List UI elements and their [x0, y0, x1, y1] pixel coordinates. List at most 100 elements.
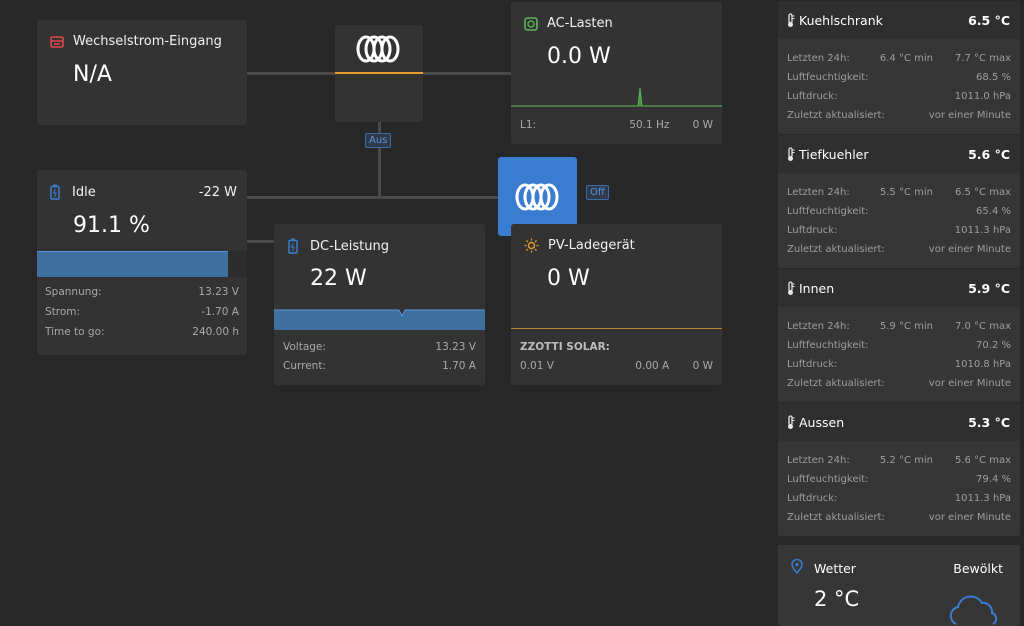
victron-logo: [356, 35, 400, 63]
battery-state: Idle: [72, 184, 96, 200]
inverter-status-bar: [335, 72, 423, 74]
sensor-24h-label: Letzten 24h:: [787, 455, 850, 466]
sensor-humidity-label: Luftfeuchtigkeit:: [787, 474, 869, 485]
weather-tile[interactable]: Wetter Bewölkt 2 °C: [778, 545, 1020, 626]
sensor-temperature: 5.3 °C: [968, 414, 1010, 430]
sensor-updated-label: Zuletzt aktualisiert:: [787, 512, 885, 523]
ac-loads-value: 0.0 W: [547, 44, 611, 69]
sensor-updated: vor einer Minute: [928, 244, 1011, 255]
sensor-max: 6.5 °C max: [954, 187, 1011, 198]
battery-ttg: 240.00 h: [192, 326, 239, 338]
sensor-updated-label: Zuletzt aktualisiert:: [787, 378, 885, 389]
ac-loads-l1-label: L1:: [520, 119, 537, 131]
sensor-pressure: 1011.3 hPa: [954, 493, 1011, 504]
sensor-tile[interactable]: Tiefkuehler 5.6 °C Letzten 24h: 5.5 °C min 6…: [778, 135, 1020, 268]
sensor-humidity: 70.2 %: [976, 340, 1011, 351]
thermometer-icon: [788, 146, 795, 161]
battery-icon: [50, 184, 60, 200]
sensor-name: Kuehlschrank: [799, 12, 883, 28]
ac-loads-l1-freq: 50.1 Hz: [629, 119, 670, 131]
sensor-24h-label: Letzten 24h:: [787, 187, 850, 198]
thermometer-icon: [788, 414, 795, 429]
sensor-min: 5.5 °C min: [879, 187, 933, 198]
battery-power: -22 W: [198, 184, 237, 200]
pv-current: 0.00 A: [635, 360, 670, 372]
sensor-min: 6.4 °C min: [879, 53, 933, 64]
thermometer-icon: [788, 12, 795, 27]
ac-loads-graph: [511, 87, 722, 107]
dc-voltage-label: Voltage:: [283, 341, 326, 353]
charger-mode-tag[interactable]: Off: [586, 185, 609, 200]
battery-voltage: 13.23 V: [198, 286, 239, 298]
battery-soc: 91.1 %: [73, 213, 150, 238]
sensor-pressure: 1011.3 hPa: [954, 225, 1011, 236]
sensor-pressure-label: Luftdruck:: [787, 91, 838, 102]
battery-voltage-label: Spannung:: [45, 286, 102, 298]
pv-voltage: 0.01 V: [520, 360, 554, 372]
sensor-min: 5.2 °C min: [879, 455, 933, 466]
battery-current-label: Strom:: [45, 306, 81, 318]
weather-title: Wetter: [814, 561, 856, 576]
sensor-tile[interactable]: Kuehlschrank 6.5 °C Letzten 24h: 6.4 °C min…: [778, 1, 1020, 134]
sensor-tile[interactable]: Innen 5.9 °C Letzten 24h: 5.9 °C min 7.0 °C …: [778, 269, 1020, 402]
sensor-updated: vor einer Minute: [928, 110, 1011, 121]
sensor-temperature: 6.5 °C: [968, 12, 1010, 28]
sensor-tile[interactable]: Aussen 5.3 °C Letzten 24h: 5.2 °C min 5.6 °C…: [778, 403, 1020, 536]
sensor-max: 5.6 °C max: [954, 455, 1011, 466]
line-inverter-acloads: [423, 72, 511, 75]
dc-power-graph: [274, 309, 485, 330]
ac-input-tile[interactable]: Wechselstrom-Eingang N/A: [37, 20, 247, 125]
dc-power-title: DC-Leistung: [310, 238, 390, 254]
pv-power: 0 W: [692, 360, 713, 372]
sensor-updated: vor einer Minute: [928, 512, 1011, 523]
cloud-icon: [949, 595, 998, 625]
ac-input-value: N/A: [73, 62, 112, 87]
sensor-humidity-label: Luftfeuchtigkeit:: [787, 72, 869, 83]
sensor-humidity-label: Luftfeuchtigkeit:: [787, 206, 869, 217]
sensor-max: 7.0 °C max: [954, 321, 1011, 332]
ac-loads-l1-power: 0 W: [692, 119, 713, 131]
pv-charger-tile[interactable]: PV-Ladegerät 0 W ZZOTTI SOLAR: 0.01 V 0.…: [511, 224, 722, 385]
battery-current: -1.70 A: [201, 306, 239, 318]
sensor-updated-label: Zuletzt aktualisiert:: [787, 110, 885, 121]
battery-tile[interactable]: Idle -22 W 91.1 % Spannung: 13.23 V Strom…: [37, 170, 247, 355]
sensor-name: Innen: [799, 280, 835, 296]
ac-loads-title: AC-Lasten: [547, 16, 613, 31]
ac-input-title: Wechselstrom-Eingang: [73, 34, 222, 49]
pv-device-name: ZZOTTI SOLAR:: [520, 341, 610, 353]
dc-power-tile[interactable]: DC-Leistung 22 W Voltage: 13.23 V Current…: [274, 224, 485, 385]
weather-condition: Bewölkt: [953, 561, 1003, 576]
sensor-name: Tiefkuehler: [799, 146, 869, 162]
pv-title: PV-Ladegerät: [548, 238, 635, 253]
sensor-updated-label: Zuletzt aktualisiert:: [787, 244, 885, 255]
sensor-pressure: 1011.0 hPa: [954, 91, 1011, 102]
sensor-humidity: 65.4 %: [976, 206, 1011, 217]
inverter-mode-tag[interactable]: Aus: [365, 133, 392, 148]
sensor-name: Aussen: [799, 414, 845, 430]
sensor-humidity-label: Luftfeuchtigkeit:: [787, 340, 869, 351]
sensor-temperature: 5.6 °C: [968, 146, 1010, 162]
battery-ttg-label: Time to go:: [45, 326, 105, 338]
sensor-pressure-label: Luftdruck:: [787, 493, 838, 504]
line-battery-bus: [247, 196, 498, 199]
sensor-24h-label: Letzten 24h:: [787, 53, 850, 64]
line-battery-dc: [247, 240, 274, 243]
pin-icon: [791, 558, 803, 578]
sensor-pressure-label: Luftdruck:: [787, 225, 838, 236]
sun-icon: [524, 238, 539, 253]
dc-current: 1.70 A: [442, 360, 476, 372]
ac-loads-tile[interactable]: AC-Lasten 0.0 W L1: 50.1 Hz 0 W: [511, 2, 722, 144]
dc-power-value: 22 W: [310, 266, 367, 291]
dc-current-label: Current:: [283, 360, 326, 372]
line-acin-inverter: [247, 72, 335, 75]
sensor-pressure-label: Luftdruck:: [787, 359, 838, 370]
sensor-min: 5.9 °C min: [879, 321, 933, 332]
thermometer-icon: [788, 280, 795, 295]
weather-temp: 2 °C: [814, 587, 860, 611]
inverter-tile[interactable]: [335, 25, 423, 122]
sensor-24h-label: Letzten 24h:: [787, 321, 850, 332]
sensor-humidity: 68.5 %: [976, 72, 1011, 83]
battery-icon: [288, 238, 298, 254]
victron-logo: [515, 183, 558, 210]
pv-graph-baseline: [511, 328, 722, 329]
